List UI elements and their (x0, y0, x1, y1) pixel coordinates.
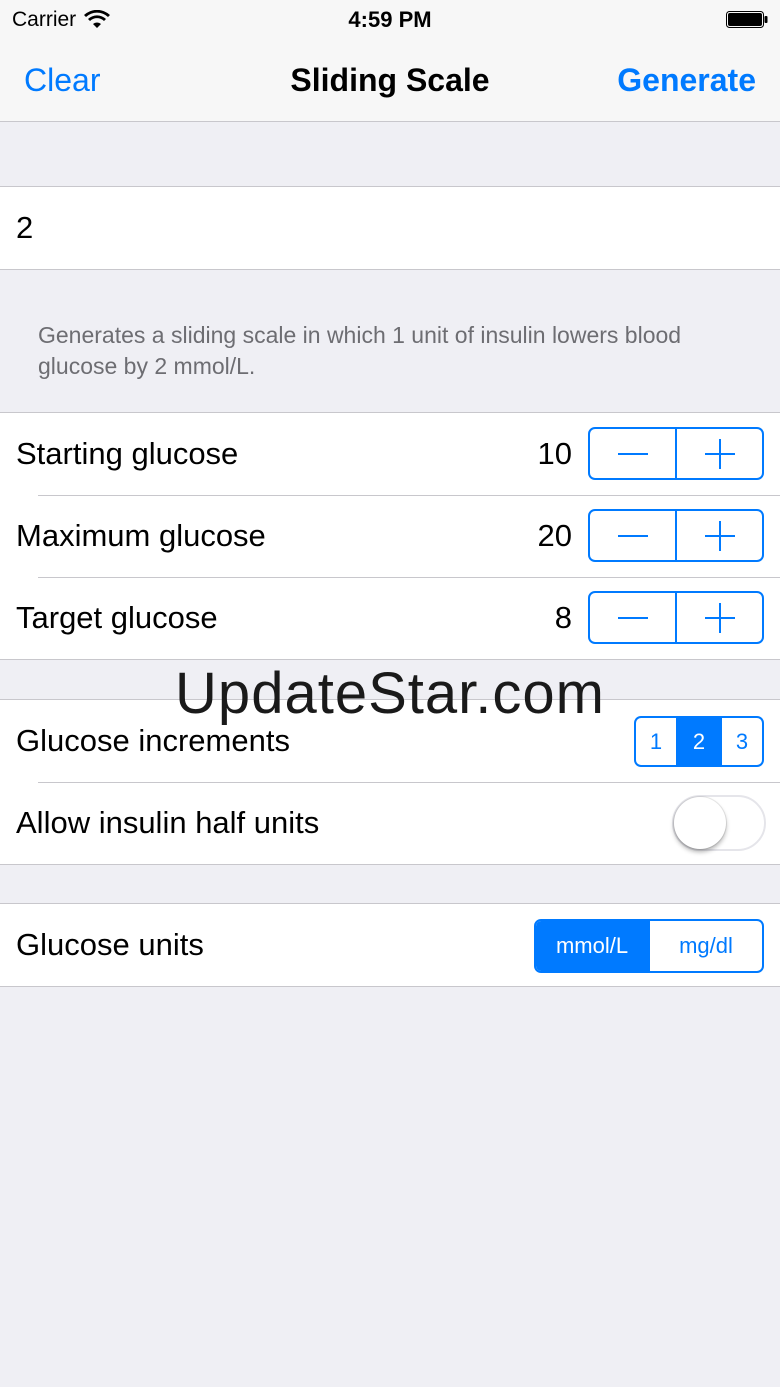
target-glucose-stepper[interactable] (588, 591, 764, 644)
starting-glucose-cell: Starting glucose 10 (0, 413, 780, 495)
section-footer: Generates a sliding scale in which 1 uni… (38, 322, 682, 379)
glucose-units-label: Glucose units (16, 927, 204, 962)
status-bar: Carrier 4:59 PM (0, 0, 780, 40)
maximum-glucose-value: 20 (537, 518, 572, 553)
increment-option-3[interactable]: 3 (720, 718, 762, 765)
minus-icon (617, 603, 648, 633)
target-glucose-value: 8 (554, 600, 572, 635)
half-units-toggle[interactable] (672, 795, 766, 851)
ratio-input-field[interactable]: 2 (16, 210, 33, 246)
decrement-button[interactable] (590, 429, 675, 478)
increment-button[interactable] (675, 593, 762, 642)
half-units-cell: Allow insulin half units (0, 782, 780, 864)
navigation-bar: Clear Sliding Scale Generate (0, 40, 780, 122)
minus-icon (617, 439, 648, 469)
input-section: 2 (0, 186, 780, 270)
glucose-units-cell: Glucose units mmol/L mg/dl (0, 904, 780, 986)
unit-option-mmol[interactable]: mmol/L (536, 921, 648, 971)
ratio-input-cell[interactable]: 2 (0, 187, 780, 269)
glucose-increments-cell: Glucose increments 1 2 3 (0, 700, 780, 782)
half-units-label: Allow insulin half units (16, 805, 320, 840)
glucose-increments-label: Glucose increments (16, 723, 290, 758)
maximum-glucose-stepper[interactable] (588, 509, 764, 562)
starting-glucose-value: 10 (537, 436, 572, 471)
battery-icon (726, 11, 768, 28)
plus-icon (704, 520, 735, 551)
increment-option-2[interactable]: 2 (676, 718, 720, 765)
units-section: Glucose units mmol/L mg/dl (0, 903, 780, 987)
maximum-glucose-label: Maximum glucose (16, 518, 266, 553)
unit-option-mgdl[interactable]: mg/dl (648, 921, 762, 971)
glucose-stepper-section: Starting glucose 10 Maximum glucose 20 T… (0, 412, 780, 660)
target-glucose-label: Target glucose (16, 600, 218, 635)
maximum-glucose-cell: Maximum glucose 20 (0, 495, 780, 577)
options-section: Glucose increments 1 2 3 Allow insulin h… (0, 699, 780, 865)
increments-segmented-control[interactable]: 1 2 3 (634, 716, 764, 767)
plus-icon (704, 602, 735, 633)
decrement-button[interactable] (590, 511, 675, 560)
toggle-knob (674, 797, 726, 849)
plus-icon (704, 438, 735, 469)
increment-option-1[interactable]: 1 (636, 718, 676, 765)
units-segmented-control[interactable]: mmol/L mg/dl (534, 919, 764, 973)
decrement-button[interactable] (590, 593, 675, 642)
target-glucose-cell: Target glucose 8 (0, 577, 780, 659)
starting-glucose-label: Starting glucose (16, 436, 239, 471)
increment-button[interactable] (675, 511, 762, 560)
status-time: 4:59 PM (348, 7, 432, 32)
increment-button[interactable] (675, 429, 762, 478)
starting-glucose-stepper[interactable] (588, 427, 764, 480)
generate-button[interactable]: Generate (617, 62, 756, 99)
minus-icon (617, 521, 648, 551)
